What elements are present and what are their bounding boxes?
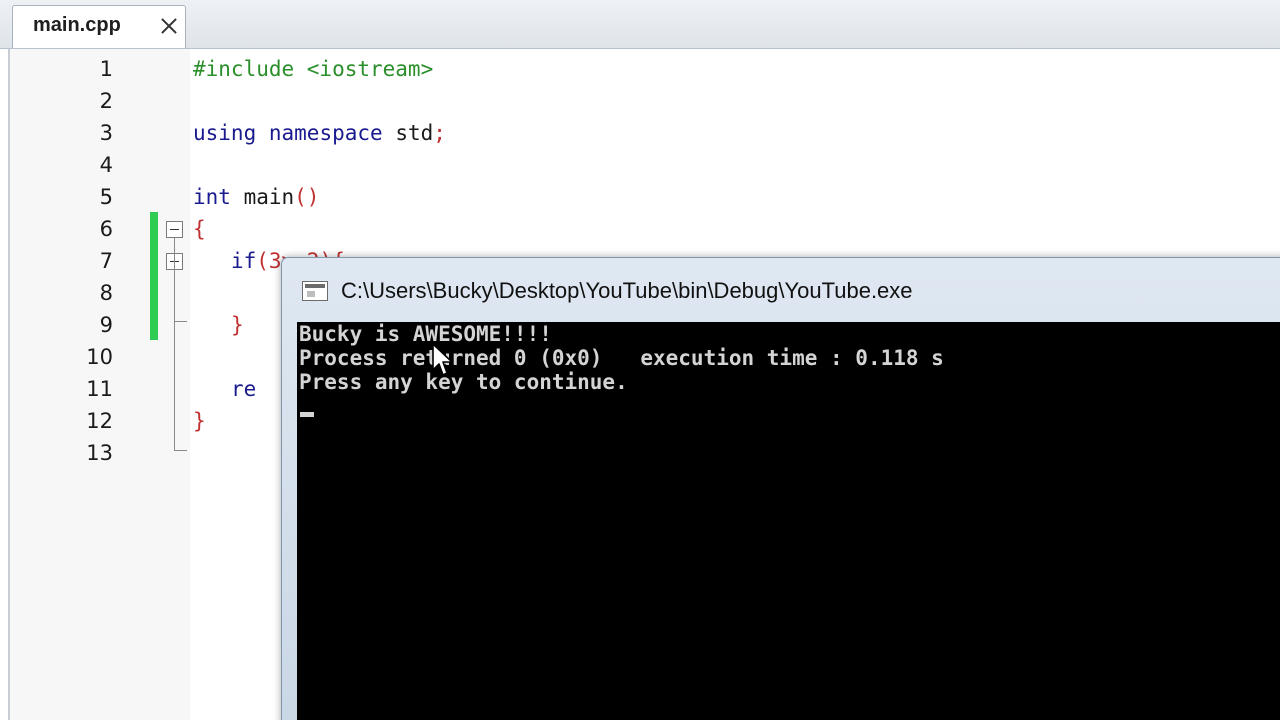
console-line: Press any key to continue. (299, 370, 628, 394)
editor-tab-strip: main.cpp (0, 0, 1280, 49)
code-line: #include <iostream> (193, 53, 446, 85)
code-line: int main() (193, 181, 446, 213)
line-number: 9 (99, 313, 113, 337)
keyword: using (193, 121, 257, 145)
console-line: Process returned 0 (0x0) execution time … (299, 346, 944, 370)
console-line: Bucky is AWESOME!!!! (299, 322, 552, 346)
fold-guide (174, 450, 187, 451)
line-number: 8 (99, 281, 113, 305)
line-number: 1 (99, 57, 113, 81)
line-number: 3 (99, 121, 113, 145)
line-numbers: 1 2 3 4 5 6 7 8 9 10 11 12 13 (10, 53, 113, 469)
line-number: 7 (99, 249, 113, 273)
keyword: re (230, 377, 257, 401)
fold-guide (174, 238, 175, 451)
punctuation: ; (433, 121, 446, 145)
identifier: std (382, 121, 434, 145)
line-number: 6 (99, 217, 113, 241)
line-number: 11 (86, 377, 113, 401)
keyword: namespace (268, 121, 383, 145)
fold-guide (174, 321, 187, 322)
identifier: main (230, 185, 295, 209)
punctuation: { (193, 217, 206, 241)
code-line: using namespace std; (193, 117, 446, 149)
mouse-pointer-icon (432, 343, 453, 376)
line-number: 5 (99, 185, 113, 209)
line-number: 13 (86, 441, 113, 465)
punctuation: () (294, 185, 320, 209)
keyword: int (193, 185, 231, 209)
fold-collapse-icon[interactable] (166, 221, 183, 238)
console-title: C:\Users\Bucky\Desktop\YouTube\bin\Debug… (341, 278, 913, 303)
punctuation: } (193, 409, 206, 433)
change-marker (150, 212, 158, 340)
preprocessor-directive: #include <iostream> (193, 57, 434, 81)
code-line: { (193, 213, 446, 245)
console-titlebar[interactable]: C:\Users\Bucky\Desktop\YouTube\bin\Debug… (282, 258, 1280, 322)
console-app-icon (302, 281, 328, 301)
console-output-area[interactable]: Bucky is AWESOME!!!! Process returned 0 … (297, 322, 1280, 720)
console-text: Bucky is AWESOME!!!! Process returned 0 … (299, 322, 944, 394)
tab-main-cpp[interactable]: main.cpp (12, 5, 186, 48)
console-window[interactable]: C:\Users\Bucky\Desktop\YouTube\bin\Debug… (281, 257, 1280, 720)
line-number: 10 (86, 345, 113, 369)
tab-label: main.cpp (33, 14, 121, 36)
line-number: 2 (99, 89, 113, 113)
keyword: if (230, 249, 257, 273)
line-number: 4 (99, 153, 113, 177)
screen: main.cpp 1 2 3 4 5 6 7 8 9 10 11 12 13 #… (0, 0, 1280, 720)
punctuation: } (230, 313, 244, 337)
text-cursor (300, 412, 314, 417)
close-icon[interactable] (158, 15, 180, 37)
line-number: 12 (86, 409, 113, 433)
